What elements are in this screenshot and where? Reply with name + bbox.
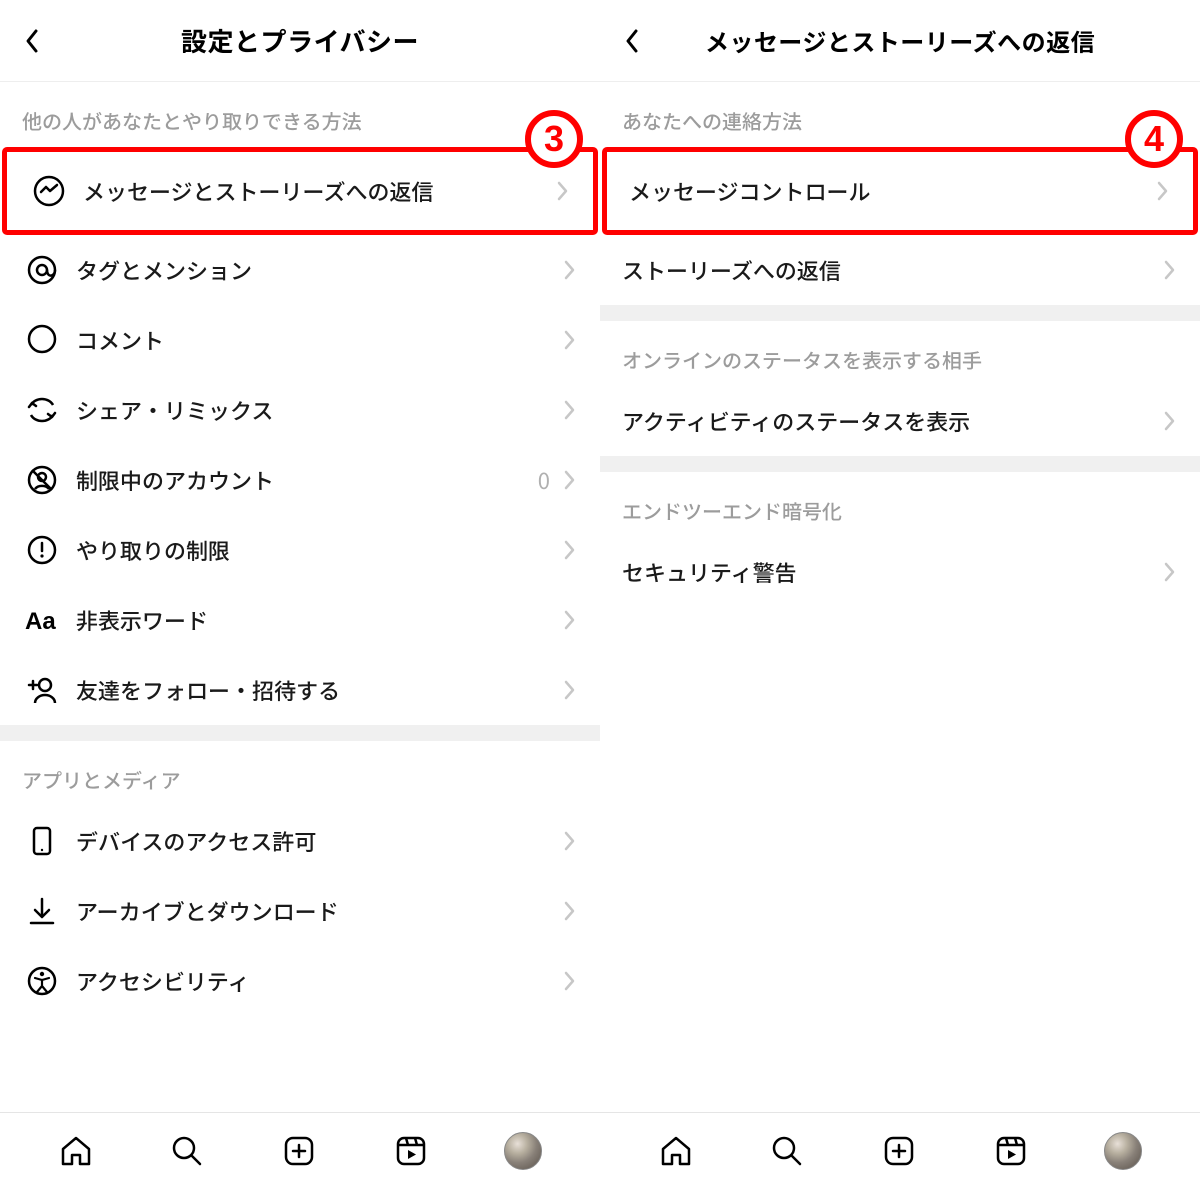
row-label: デバイスのアクセス許可 <box>76 825 560 857</box>
section-e2ee-header: エンドツーエンド暗号化 <box>600 472 1200 537</box>
row-follow-invite-friends[interactable]: 友達をフォロー・招待する <box>0 655 600 725</box>
back-button[interactable] <box>18 27 46 55</box>
panel-left: 設定とプライバシー 他の人があなたとやり取りできる方法 3 メッセージとストーリ… <box>0 0 600 1188</box>
chevron-right-icon <box>560 679 578 701</box>
header-right: メッセージとストーリーズへの返信 <box>600 0 1200 82</box>
section-gap <box>600 305 1200 321</box>
row-accessibility[interactable]: アクセシビリティ <box>0 946 600 1016</box>
row-archive-download[interactable]: アーカイブとダウンロード <box>0 876 600 946</box>
bottom-nav-right <box>600 1112 1200 1188</box>
annotation-badge-4: 4 <box>1125 110 1183 168</box>
row-label: コメント <box>76 324 560 356</box>
row-label: 制限中のアカウント <box>76 464 538 496</box>
back-button[interactable] <box>618 27 646 55</box>
row-label: タグとメンション <box>76 254 560 286</box>
row-label: アーカイブとダウンロード <box>76 895 560 927</box>
chevron-right-icon <box>1160 410 1178 432</box>
row-label: ストーリーズへの返信 <box>622 254 1160 286</box>
restricted-icon <box>22 460 62 500</box>
chevron-right-icon <box>560 259 578 281</box>
page-title-left: 設定とプライバシー <box>181 22 419 59</box>
section-gap <box>600 456 1200 472</box>
row-label: やり取りの制限 <box>76 534 560 566</box>
row-comments[interactable]: コメント <box>0 305 600 375</box>
nav-profile-avatar[interactable] <box>1104 1132 1142 1170</box>
row-label: アクティビティのステータスを表示 <box>622 405 1160 437</box>
accessibility-icon <box>22 961 62 1001</box>
header-left: 設定とプライバシー <box>0 0 600 82</box>
device-icon <box>22 821 62 861</box>
section-app-media-header: アプリとメディア <box>0 741 600 806</box>
nav-search[interactable] <box>169 1133 205 1169</box>
row-restricted-accounts[interactable]: 制限中のアカウント 0 <box>0 445 600 515</box>
highlight-4: 4 メッセージコントロール <box>602 147 1198 235</box>
row-limit-interactions[interactable]: やり取りの制限 <box>0 515 600 585</box>
nav-reels[interactable] <box>993 1133 1029 1169</box>
row-message-controls[interactable]: メッセージコントロール <box>607 152 1193 230</box>
row-label: メッセージコントロール <box>629 175 1153 207</box>
panel-right: メッセージとストーリーズへの返信 あなたへの連絡方法 4 メッセージコントロール… <box>600 0 1200 1188</box>
chevron-right-icon <box>560 609 578 631</box>
nav-home[interactable] <box>658 1133 694 1169</box>
chevron-right-icon <box>560 970 578 992</box>
section-gap <box>0 725 600 741</box>
chevron-right-icon <box>1160 259 1178 281</box>
row-messages-stories-reply[interactable]: メッセージとストーリーズへの返信 <box>7 152 593 230</box>
nav-profile-avatar[interactable] <box>504 1132 542 1170</box>
row-share-remix[interactable]: シェア・リミックス <box>0 375 600 445</box>
share-remix-icon <box>22 390 62 430</box>
section-online-status-header: オンラインのステータスを表示する相手 <box>600 321 1200 386</box>
chevron-right-icon <box>1153 180 1171 202</box>
row-value: 0 <box>538 464 550 496</box>
row-label: シェア・リミックス <box>76 394 560 426</box>
nav-search[interactable] <box>769 1133 805 1169</box>
page-title-right: メッセージとストーリーズへの返信 <box>705 23 1095 58</box>
chevron-right-icon <box>560 469 578 491</box>
chevron-right-icon <box>553 180 571 202</box>
annotation-badge-3: 3 <box>525 110 583 168</box>
row-hidden-words[interactable]: 非表示ワード <box>0 585 600 655</box>
section-contact-header: あなたへの連絡方法 <box>600 82 1200 147</box>
chevron-right-icon <box>560 399 578 421</box>
section-interaction-header: 他の人があなたとやり取りできる方法 <box>0 82 600 147</box>
comment-icon <box>22 320 62 360</box>
chevron-right-icon <box>560 830 578 852</box>
row-device-permissions[interactable]: デバイスのアクセス許可 <box>0 806 600 876</box>
messenger-icon <box>29 171 69 211</box>
download-icon <box>22 891 62 931</box>
row-story-replies[interactable]: ストーリーズへの返信 <box>600 235 1200 305</box>
nav-reels[interactable] <box>393 1133 429 1169</box>
chevron-right-icon <box>560 329 578 351</box>
row-label: 友達をフォロー・招待する <box>76 674 560 706</box>
chevron-right-icon <box>560 539 578 561</box>
limit-icon <box>22 530 62 570</box>
at-icon <box>22 250 62 290</box>
row-tags-mentions[interactable]: タグとメンション <box>0 235 600 305</box>
nav-home[interactable] <box>58 1133 94 1169</box>
chevron-right-icon <box>1160 561 1178 583</box>
row-activity-status[interactable]: アクティビティのステータスを表示 <box>600 386 1200 456</box>
row-label: 非表示ワード <box>76 604 560 636</box>
row-security-alerts[interactable]: セキュリティ警告 <box>600 537 1200 607</box>
row-label: アクセシビリティ <box>76 965 560 997</box>
highlight-3: 3 メッセージとストーリーズへの返信 <box>2 147 598 235</box>
nav-new-post[interactable] <box>881 1133 917 1169</box>
aa-icon <box>22 600 62 640</box>
row-label: メッセージとストーリーズへの返信 <box>83 175 553 207</box>
add-friend-icon <box>22 670 62 710</box>
chevron-right-icon <box>560 900 578 922</box>
row-label: セキュリティ警告 <box>622 556 1160 588</box>
nav-new-post[interactable] <box>281 1133 317 1169</box>
bottom-nav-left <box>0 1112 600 1188</box>
